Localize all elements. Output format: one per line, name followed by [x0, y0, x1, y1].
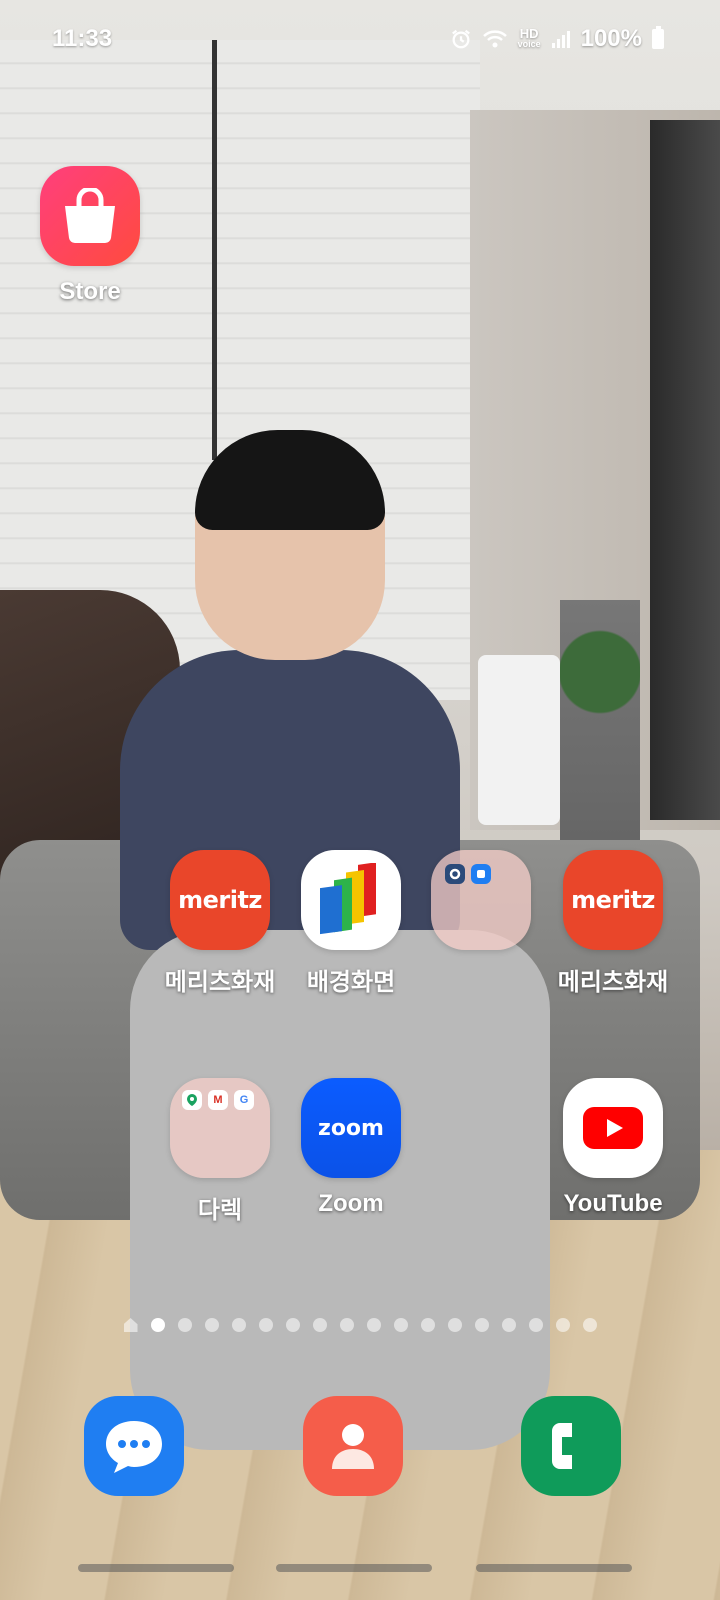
- app-zoom[interactable]: zoom Zoom: [281, 1078, 421, 1218]
- nav-back-handle[interactable]: [476, 1564, 632, 1572]
- wallpaper-cord: [212, 40, 217, 460]
- wifi-icon: [482, 28, 508, 50]
- app-label-folder-2: 다렉: [197, 1197, 243, 1224]
- battery-icon: [652, 26, 664, 49]
- youtube-icon[interactable]: [563, 1078, 663, 1178]
- app-label-meritz-1: 메리츠화재: [164, 969, 276, 996]
- signal-icon: [551, 29, 571, 49]
- page-dot[interactable]: [555, 1318, 570, 1332]
- app-label-zoom: Zoom: [318, 1190, 384, 1217]
- settings-icon: [445, 864, 465, 884]
- phone-icon[interactable]: [521, 1396, 621, 1496]
- wallpaper-plant: [560, 600, 640, 840]
- page-dot[interactable]: [393, 1318, 408, 1332]
- folder-icon[interactable]: [431, 850, 531, 950]
- app-youtube[interactable]: YouTube: [543, 1078, 683, 1218]
- status-icons: HD voice 100%: [450, 25, 664, 53]
- battery-percent: 100%: [580, 25, 642, 52]
- navigation-bar: [0, 1544, 720, 1600]
- page-dot[interactable]: [474, 1318, 489, 1332]
- app-folder-2[interactable]: M G 다렉: [150, 1078, 290, 1225]
- page-dot[interactable]: [420, 1318, 435, 1332]
- hd-voice-top: HD: [519, 26, 539, 41]
- messages-icon[interactable]: [84, 1396, 184, 1496]
- status-bar: 11:33 HD voice 100%: [0, 0, 720, 78]
- app-label-meritz-2: 메리츠화재: [557, 969, 669, 996]
- page-dot[interactable]: [366, 1318, 381, 1332]
- page-dot-active[interactable]: [150, 1318, 165, 1332]
- page-dot[interactable]: [528, 1318, 543, 1332]
- gmail-icon: M: [208, 1090, 228, 1110]
- smart-switch-icon: [471, 864, 491, 884]
- wallpaper-mirror: [650, 120, 720, 820]
- nav-home-handle[interactable]: [276, 1564, 432, 1572]
- page-dot[interactable]: [447, 1318, 462, 1332]
- hd-voice-bottom: voice: [517, 39, 541, 49]
- meritz-logo-text: meritz: [178, 886, 262, 914]
- page-dot[interactable]: [312, 1318, 327, 1332]
- app-label-wallpapers: 배경화면: [306, 969, 396, 996]
- page-dot[interactable]: [177, 1318, 192, 1332]
- page-indicator[interactable]: [0, 1318, 720, 1332]
- page-dot[interactable]: [339, 1318, 354, 1332]
- page-dot[interactable]: [501, 1318, 516, 1332]
- app-meritz-2[interactable]: meritz 메리츠화재: [543, 850, 683, 997]
- maps-icon: [182, 1090, 202, 1110]
- app-label-youtube: YouTube: [563, 1190, 663, 1217]
- meritz-logo-text: meritz: [571, 886, 655, 914]
- status-time: 11:33: [52, 25, 113, 52]
- meritz-icon[interactable]: meritz: [563, 850, 663, 950]
- meritz-icon[interactable]: meritz: [170, 850, 270, 950]
- shopping-bag-icon[interactable]: [40, 166, 140, 266]
- page-dot[interactable]: [204, 1318, 219, 1332]
- nav-recents-handle[interactable]: [78, 1564, 234, 1572]
- page-dot[interactable]: [285, 1318, 300, 1332]
- app-store[interactable]: Store: [20, 166, 160, 306]
- home-page-icon[interactable]: [123, 1318, 138, 1332]
- page-dot[interactable]: [231, 1318, 246, 1332]
- zoom-icon[interactable]: zoom: [301, 1078, 401, 1178]
- zoom-logo-text: zoom: [318, 1115, 384, 1141]
- app-wallpapers[interactable]: 배경화면: [281, 850, 421, 997]
- app-folder-1[interactable]: [411, 850, 551, 962]
- folder-icon[interactable]: M G: [170, 1078, 270, 1178]
- page-dot[interactable]: [582, 1318, 597, 1332]
- page-dot[interactable]: [258, 1318, 273, 1332]
- wallpaper-purifier: [478, 655, 560, 825]
- google-icon: G: [234, 1090, 254, 1110]
- app-meritz-1[interactable]: meritz 메리츠화재: [150, 850, 290, 997]
- contacts-icon[interactable]: [303, 1396, 403, 1496]
- wallpapers-icon[interactable]: [301, 850, 401, 950]
- app-label-store: Store: [59, 278, 121, 305]
- hd-voice-icon: HD voice: [517, 26, 541, 49]
- alarm-icon: [450, 28, 472, 50]
